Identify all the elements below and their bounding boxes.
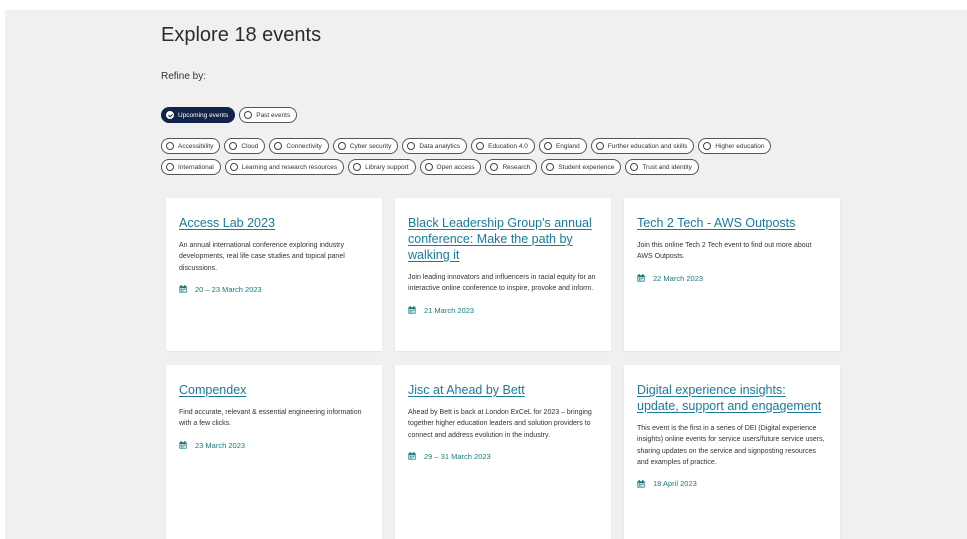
filter-chip-label: Cloud xyxy=(241,142,259,150)
calendar-icon xyxy=(179,441,187,449)
filter-chip-label: Higher education xyxy=(715,142,765,150)
calendar-icon xyxy=(408,306,416,314)
event-date: 29 – 31 March 2023 xyxy=(408,452,599,461)
filter-chip-education-4-0[interactable]: Education 4.0 xyxy=(471,138,535,154)
topic-filter-row-2: International Learning and research reso… xyxy=(161,159,699,175)
calendar-icon xyxy=(637,274,645,282)
radio-circle-icon xyxy=(543,142,552,150)
radio-circle-icon xyxy=(546,163,555,171)
radio-circle-icon xyxy=(166,142,174,150)
filter-chip-label: Learning and research resources xyxy=(241,163,338,171)
radio-circle-icon xyxy=(630,163,639,171)
event-title-link[interactable]: Access Lab 2023 xyxy=(179,215,370,231)
filter-chip-trust-and-identity[interactable]: Trust and identity xyxy=(625,159,699,175)
event-card: Black Leadership Group's annual conferen… xyxy=(395,198,611,351)
filter-chip-label: Library support xyxy=(365,163,409,171)
event-title-link[interactable]: Digital experience insights: update, sup… xyxy=(637,382,828,414)
radio-circle-icon xyxy=(337,142,346,150)
radio-circle-icon xyxy=(244,111,253,119)
event-title-link[interactable]: Black Leadership Group's annual conferen… xyxy=(408,215,599,263)
event-date: 21 March 2023 xyxy=(408,306,599,315)
event-description: Join leading innovators and influencers … xyxy=(408,274,596,293)
check-circle-icon xyxy=(166,111,174,119)
radio-circle-icon xyxy=(595,142,604,150)
radio-circle-icon xyxy=(424,163,433,171)
filter-chip-higher-education[interactable]: Higher education xyxy=(698,138,772,154)
event-date: 22 March 2023 xyxy=(637,274,828,283)
filter-chip-label: Data analytics xyxy=(419,142,461,150)
event-card: Tech 2 Tech - AWS Outposts Join this onl… xyxy=(624,198,840,351)
filter-chip-england[interactable]: England xyxy=(538,138,587,154)
filter-chip-label: Upcoming events xyxy=(178,111,229,119)
event-card: Compendex Find accurate, relevant & esse… xyxy=(166,365,382,539)
filter-chip-cloud[interactable]: Cloud xyxy=(224,138,266,154)
event-description: Ahead by Bett is back at London ExCeL fo… xyxy=(408,409,592,439)
filter-chip-cyber-security[interactable]: Cyber security xyxy=(332,138,399,154)
filter-chip-further-education-and-skills[interactable]: Further education and skills xyxy=(590,138,695,154)
filter-chip-connectivity[interactable]: Connectivity xyxy=(269,138,329,154)
filter-chip-international[interactable]: International xyxy=(161,159,221,175)
radio-circle-icon xyxy=(353,163,362,171)
refine-by-label: Refine by: xyxy=(161,71,207,82)
event-date-text: 23 March 2023 xyxy=(195,440,246,450)
radio-circle-icon xyxy=(490,163,499,171)
radio-circle-icon xyxy=(703,142,712,150)
filter-chip-label: Research xyxy=(502,163,531,171)
event-date-text: 22 March 2023 xyxy=(653,273,704,283)
event-date-text: 29 – 31 March 2023 xyxy=(424,451,491,461)
filter-chip-label: Accessibility xyxy=(178,142,214,150)
filter-chip-upcoming-events[interactable]: Upcoming events xyxy=(161,107,236,123)
event-date-text: 20 – 23 March 2023 xyxy=(195,284,262,294)
event-title-link[interactable]: Tech 2 Tech - AWS Outposts xyxy=(637,215,828,231)
filter-chip-label: Open access xyxy=(436,163,475,171)
filter-chip-accessibility[interactable]: Accessibility xyxy=(161,138,221,154)
calendar-icon xyxy=(637,479,645,488)
event-description: Join this online Tech 2 Tech event to fi… xyxy=(637,242,812,261)
event-date-text: 21 March 2023 xyxy=(424,305,475,315)
topic-filter-row-1: Accessibility Cloud Connectivity Cyber s… xyxy=(161,138,772,154)
time-filter-group: Upcoming events Past events xyxy=(161,107,298,123)
radio-circle-icon xyxy=(229,163,238,171)
filter-chip-library-support[interactable]: Library support xyxy=(348,159,416,175)
radio-circle-icon xyxy=(407,142,416,150)
filter-chip-label: Education 4.0 xyxy=(488,142,528,150)
event-date: 20 – 23 March 2023 xyxy=(179,285,370,294)
event-card: Digital experience insights: update, sup… xyxy=(624,365,840,539)
filter-chip-label: Trust and identity xyxy=(642,163,692,171)
filter-chip-label: Past events xyxy=(256,111,291,119)
event-title-link[interactable]: Jisc at Ahead by Bett xyxy=(408,382,599,398)
event-title-link[interactable]: Compendex xyxy=(179,382,370,398)
filter-chip-open-access[interactable]: Open access xyxy=(419,159,482,175)
filter-chip-data-analytics[interactable]: Data analytics xyxy=(402,138,468,154)
calendar-icon xyxy=(408,452,416,460)
filter-chip-label: England xyxy=(555,142,580,150)
event-description: An annual international conference explo… xyxy=(179,242,345,272)
event-card: Access Lab 2023 An annual international … xyxy=(166,198,382,351)
filter-chip-research[interactable]: Research xyxy=(485,159,538,175)
radio-circle-icon xyxy=(166,163,174,171)
filter-chip-label: Cyber security xyxy=(349,142,392,150)
filter-chip-label: Student experience xyxy=(558,163,615,171)
filter-chip-learning-and-research-resources[interactable]: Learning and research resources xyxy=(224,159,345,175)
event-description: This event is the first in a series of D… xyxy=(637,425,825,466)
radio-circle-icon xyxy=(274,142,283,150)
event-date: 23 March 2023 xyxy=(179,441,370,450)
radio-circle-icon xyxy=(476,142,485,150)
event-date-text: 18 April 2023 xyxy=(653,479,697,489)
calendar-icon xyxy=(179,285,187,293)
filter-chip-label: International xyxy=(178,163,214,171)
event-card: Jisc at Ahead by Bett Ahead by Bett is b… xyxy=(395,365,611,539)
event-date: 18 April 2023 xyxy=(637,479,828,488)
event-description: Find accurate, relevant & essential engi… xyxy=(179,409,362,428)
filter-chip-label: Further education and skills xyxy=(607,142,688,150)
filter-chip-student-experience[interactable]: Student experience xyxy=(541,159,622,175)
filter-chip-past-events[interactable]: Past events xyxy=(239,107,298,123)
radio-circle-icon xyxy=(229,142,238,150)
filter-chip-label: Connectivity xyxy=(286,142,322,150)
page-title: Explore 18 events xyxy=(161,24,322,46)
